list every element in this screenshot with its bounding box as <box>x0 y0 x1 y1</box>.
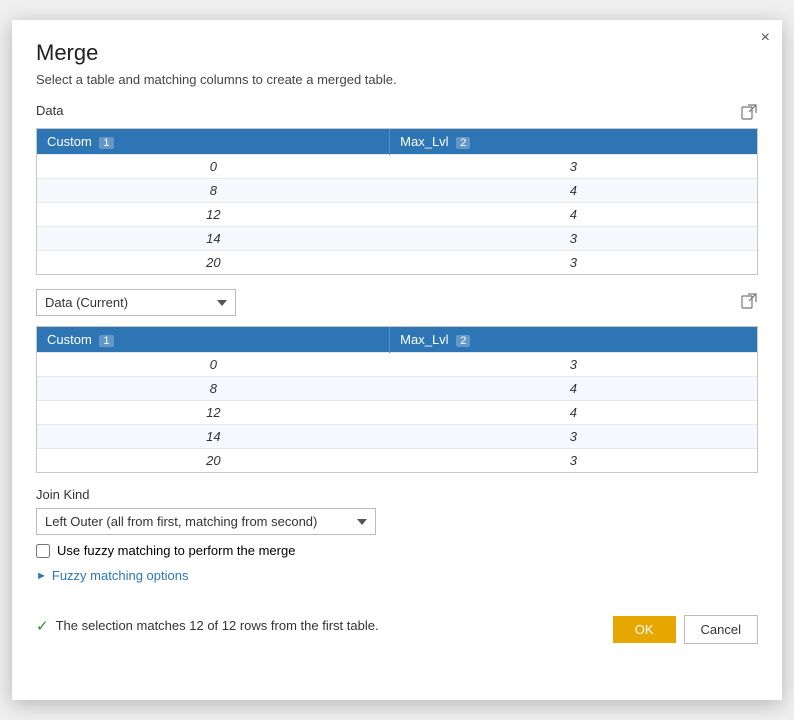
cell: 12 <box>37 401 390 425</box>
merge-dialog: × Merge Select a table and matching colu… <box>12 20 782 700</box>
dialog-footer: OK Cancel <box>613 615 758 644</box>
second-table-dropdown[interactable]: Data (Current) <box>36 289 236 316</box>
fuzzy-options-label: Fuzzy matching options <box>52 568 189 583</box>
fuzzy-checkbox[interactable] <box>36 544 50 558</box>
join-kind-section: Join Kind Left Outer (all from first, ma… <box>36 487 758 535</box>
fuzzy-checkbox-label: Use fuzzy matching to perform the merge <box>57 543 295 558</box>
status-text: The selection matches 12 of 12 rows from… <box>56 618 379 633</box>
cell: 0 <box>37 353 390 377</box>
status-row: ✓ The selection matches 12 of 12 rows fr… <box>36 617 379 635</box>
ok-button[interactable]: OK <box>613 616 676 643</box>
second-table-wrapper: Custom 1 Max_Lvl 2 0384124143203 <box>36 326 758 473</box>
cell: 14 <box>37 425 390 449</box>
cell: 0 <box>37 155 390 179</box>
cell: 3 <box>390 227 757 251</box>
cell: 4 <box>390 401 757 425</box>
cell: 12 <box>37 203 390 227</box>
fuzzy-checkbox-row[interactable]: Use fuzzy matching to perform the merge <box>36 543 758 558</box>
fuzzy-options-row[interactable]: ► Fuzzy matching options <box>36 568 758 583</box>
table-row: 03 <box>37 155 757 179</box>
cell: 4 <box>390 179 757 203</box>
table-row: 84 <box>37 179 757 203</box>
second-table-dropdown-row: Data (Current) <box>36 289 758 316</box>
table-row: 143 <box>37 227 757 251</box>
cell: 8 <box>37 179 390 203</box>
cell: 14 <box>37 227 390 251</box>
cell: 3 <box>390 155 757 179</box>
external-link-icon-2 <box>740 292 758 310</box>
cell: 3 <box>390 425 757 449</box>
dialog-subtitle: Select a table and matching columns to c… <box>36 72 758 87</box>
first-col1-header[interactable]: Custom 1 <box>37 129 390 155</box>
data-section-icon-button[interactable] <box>740 103 758 124</box>
join-kind-dropdown[interactable]: Left Outer (all from first, matching fro… <box>36 508 376 535</box>
table-row: 203 <box>37 251 757 275</box>
cell: 8 <box>37 377 390 401</box>
table-row: 84 <box>37 377 757 401</box>
first-col2-header[interactable]: Max_Lvl 2 <box>390 129 757 155</box>
first-table-header-row[interactable]: Custom 1 Max_Lvl 2 <box>37 129 757 155</box>
first-table-wrapper: Custom 1 Max_Lvl 2 0384124143203 <box>36 128 758 275</box>
second-table-icon-button[interactable] <box>740 292 758 313</box>
cell: 4 <box>390 377 757 401</box>
table-row: 203 <box>37 449 757 473</box>
second-col1-header[interactable]: Custom 1 <box>37 327 390 353</box>
cell: 3 <box>390 251 757 275</box>
table-row: 03 <box>37 353 757 377</box>
table-row: 124 <box>37 401 757 425</box>
status-check-icon: ✓ <box>36 617 49 635</box>
second-col2-header[interactable]: Max_Lvl 2 <box>390 327 757 353</box>
cell: 3 <box>390 353 757 377</box>
first-data-table: Custom 1 Max_Lvl 2 0384124143203 <box>37 129 757 274</box>
close-button[interactable]: × <box>761 30 770 46</box>
second-table-header-row[interactable]: Custom 1 Max_Lvl 2 <box>37 327 757 353</box>
external-link-icon <box>740 103 758 121</box>
cell: 3 <box>390 449 757 473</box>
dialog-title: Merge <box>36 40 758 66</box>
join-kind-label: Join Kind <box>36 487 758 502</box>
cancel-button[interactable]: Cancel <box>684 615 758 644</box>
table-row: 124 <box>37 203 757 227</box>
cell: 20 <box>37 449 390 473</box>
data-section-label: Data <box>36 103 63 118</box>
second-data-table: Custom 1 Max_Lvl 2 0384124143203 <box>37 327 757 472</box>
cell: 20 <box>37 251 390 275</box>
cell: 4 <box>390 203 757 227</box>
chevron-right-icon: ► <box>36 570 47 582</box>
table-row: 143 <box>37 425 757 449</box>
